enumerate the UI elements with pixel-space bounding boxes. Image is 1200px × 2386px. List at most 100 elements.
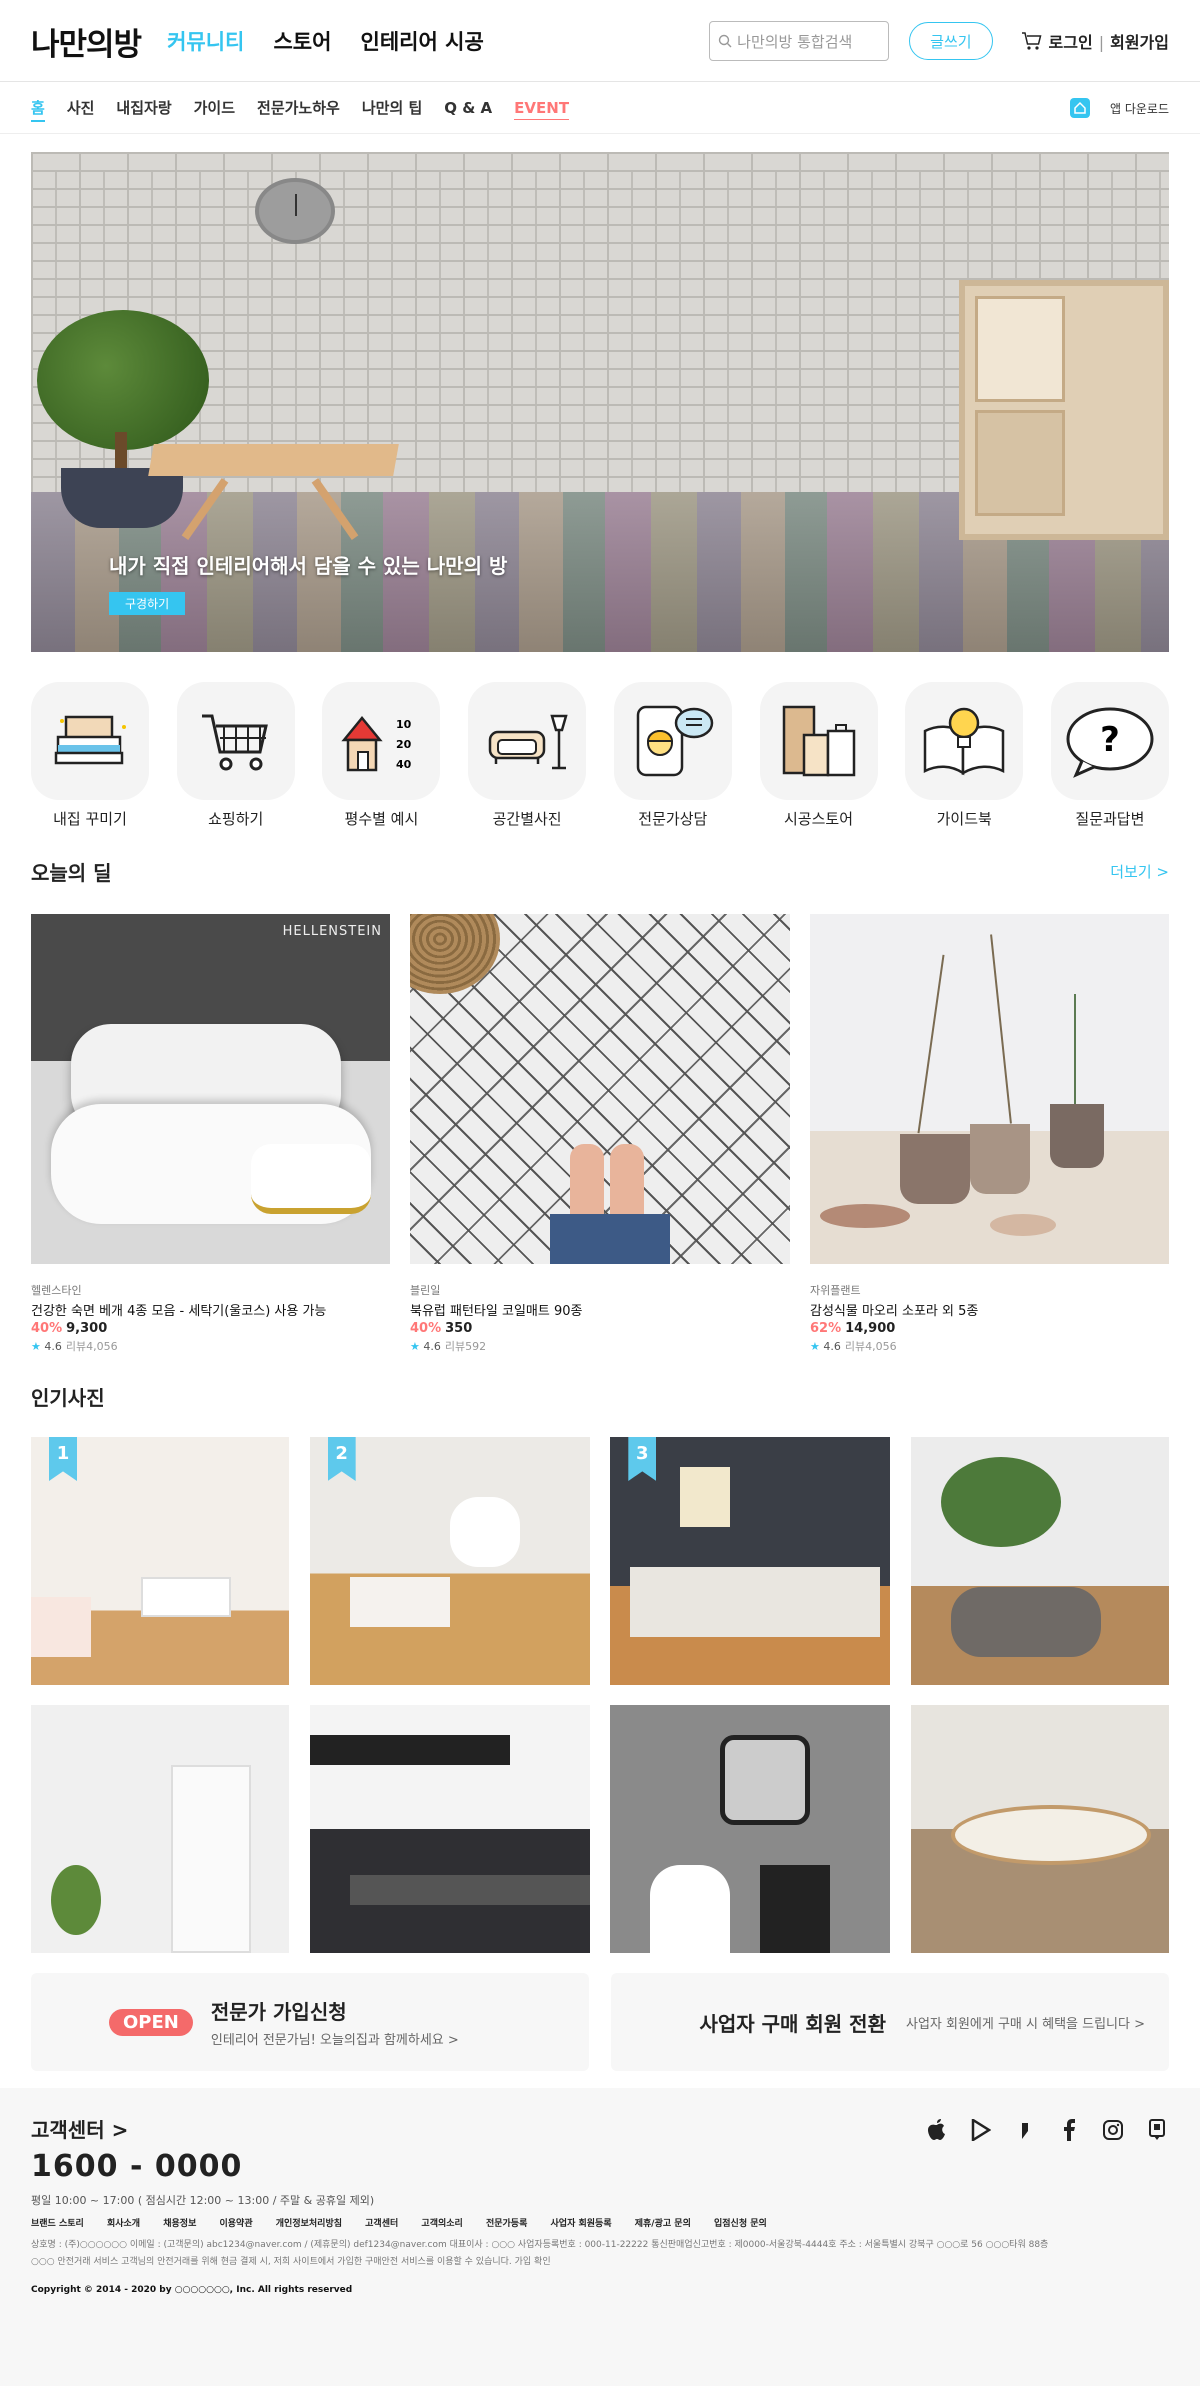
copyright: Copyright © 2014 - 2020 by ○○○○○○○, Inc.… [31, 2285, 353, 2296]
photo-card[interactable] [610, 1705, 891, 1953]
photo-card[interactable]: 2 [309, 1437, 590, 1685]
app-download-link[interactable]: 앱 다운로드 [1069, 98, 1169, 118]
footer-link[interactable]: 고객의소리 [421, 2219, 462, 2229]
expert-signup-banner[interactable]: OPEN 전문가 가입신청 인테리어 전문가님! 오늘의집과 함께하세요 > [31, 1973, 589, 2071]
customer-phone: 1600 - 0000 [31, 2149, 243, 2184]
cabinet-image [959, 280, 1169, 540]
subnav-home[interactable]: 홈 [31, 82, 45, 134]
deal-card[interactable]: 블린일 북유럽 패턴타일 코일매트 90종 40% 350 ★ 4.6 리뷰592 [410, 914, 790, 1354]
footer-link[interactable]: 입점신청 문의 [714, 2219, 767, 2229]
footer-links: 브랜드 스토리 회사소개 채용정보 이용약관 개인정보처리방침 고객센터 고객의… [31, 2216, 1169, 2229]
photo-card[interactable] [31, 1705, 289, 1953]
category-decor[interactable]: 내집 꾸미기 [31, 682, 149, 829]
size-10-label: 10 [396, 718, 412, 731]
blog-icon[interactable] [1013, 2118, 1037, 2142]
category-guidebook[interactable]: 가이드북 [905, 682, 1024, 829]
table-image [148, 444, 399, 476]
facebook-icon[interactable] [1057, 2118, 1081, 2142]
deal-card[interactable]: 자위플랜트 감성식물 마오리 소포라 외 5종 62% 14,900 ★ 4.6 리… [810, 914, 1169, 1354]
deals-title: 오늘의 딜 [31, 861, 112, 885]
footer: 고객센터 > 1600 - 0000 평일 10:00 ~ 17:00 ( 점심… [0, 2088, 1200, 2386]
subnav-event[interactable]: EVENT [514, 82, 569, 134]
login-link[interactable]: 로그인 [1049, 33, 1093, 52]
deal-price: 350 [445, 1321, 473, 1336]
footer-link[interactable]: 전문가등록 [486, 2219, 527, 2229]
search-input[interactable]: 나만의방 통합검색 [709, 21, 890, 61]
size-20-label: 20 [396, 738, 412, 751]
popular-title: 인기사진 [31, 1386, 105, 1410]
footer-link[interactable]: 브랜드 스토리 [31, 2219, 84, 2229]
expert-signup-subtitle: 인테리어 전문가님! 오늘의집과 함께하세요 > [210, 2033, 459, 2048]
category-size[interactable]: 10 20 40 평수별 예시 [322, 682, 441, 829]
deals-more-link[interactable]: 더보기 > [1110, 861, 1169, 882]
nav-interior[interactable]: 인테리어 시공 [361, 30, 484, 54]
category-label: 평수별 예시 [344, 810, 419, 828]
deal-price: 9,300 [66, 1321, 108, 1336]
business-member-banner[interactable]: 사업자 구매 회원 전환 사업자 회원에게 구매 시 혜택을 드립니다 > [611, 1973, 1169, 2071]
subnav-guide[interactable]: 가이드 [194, 82, 235, 134]
subnav-tips[interactable]: 나만의 팁 [362, 82, 422, 134]
category-construct[interactable]: 시공스토어 [759, 682, 878, 829]
nav-community[interactable]: 커뮤니티 [167, 30, 244, 54]
write-button[interactable]: 글쓰기 [909, 22, 993, 60]
rank-badge: 1 [49, 1437, 77, 1481]
subnav-qna[interactable]: Q & A [444, 82, 492, 134]
deal-brand: 블린일 [410, 1284, 441, 1297]
hero-banner[interactable]: 내가 직접 인테리어해서 담을 수 있는 나만의 방 구경하기 [31, 152, 1169, 652]
deals-header: 오늘의 딜 더보기 > [31, 857, 1169, 886]
popular-header: 인기사진 [31, 1382, 1169, 1411]
deal-brand: 헬렌스타인 [31, 1284, 82, 1297]
deal-name: 북유럽 패턴타일 코일매트 90종 [410, 1304, 583, 1319]
category-qna[interactable]: ? 질문과답변 [1050, 682, 1169, 829]
category-shopping[interactable]: 쇼핑하기 [176, 682, 295, 829]
deal-discount: 40% [31, 1321, 63, 1336]
footer-link[interactable]: 고객센터 [365, 2219, 398, 2229]
apple-icon[interactable] [925, 2118, 949, 2142]
consult-icon [636, 705, 714, 777]
subnav-myhome[interactable]: 내집자랑 [116, 82, 171, 134]
footer-link[interactable]: 사업자 회원등록 [551, 2219, 612, 2229]
deal-reviews: 리뷰592 [444, 1340, 487, 1353]
deal-name: 건강한 숙면 베개 4종 모음 - 세탁기(울코스) 사용 가능 [31, 1304, 327, 1319]
naver-post-icon[interactable] [1145, 2118, 1169, 2142]
signup-link[interactable]: 회원가입 [1110, 33, 1169, 52]
star-icon: ★ [410, 1340, 420, 1353]
main-nav: 커뮤니티 스토어 인테리어 시공 [167, 26, 508, 56]
instagram-icon[interactable] [1101, 2118, 1125, 2142]
guidebook-icon [923, 707, 1005, 776]
category-menu: 내집 꾸미기 쇼핑하기 10 20 40 평수별 예시 공간별사진 전문가상담 시공… [31, 682, 1169, 829]
cart-icon[interactable] [1021, 31, 1043, 51]
subnav-expert[interactable]: 전문가노하우 [257, 82, 340, 134]
hero-browse-button[interactable]: 구경하기 [109, 592, 186, 615]
subnav-photos[interactable]: 사진 [67, 82, 95, 134]
footer-link[interactable]: 회사소개 [107, 2219, 140, 2229]
photo-card[interactable]: 1 [31, 1437, 289, 1685]
size-40-label: 40 [396, 758, 412, 771]
footer-link[interactable]: 채용정보 [163, 2219, 196, 2229]
photo-card[interactable] [309, 1705, 590, 1953]
footer-link[interactable]: 제휴/광고 문의 [635, 2219, 691, 2229]
photo-card[interactable] [910, 1705, 1169, 1953]
deal-card[interactable]: HELLENSTEIN 헬렌스타인 건강한 숙면 베개 4종 모음 - 세탁기(… [31, 914, 390, 1354]
plant-pot [61, 468, 183, 528]
photo-card[interactable] [910, 1437, 1169, 1685]
nav-store[interactable]: 스토어 [273, 30, 331, 54]
category-consult[interactable]: 전문가상담 [613, 682, 732, 829]
category-label: 시공스토어 [784, 810, 854, 828]
deal-image-tile-mat [410, 914, 790, 1264]
footer-link[interactable]: 개인정보처리방침 [276, 2219, 342, 2229]
star-icon: ★ [810, 1340, 820, 1353]
photo-card[interactable]: 3 [610, 1437, 891, 1685]
google-play-icon[interactable] [969, 2118, 993, 2142]
site-logo[interactable]: 나만의방 [31, 19, 142, 64]
category-space[interactable]: 공간별사진 [468, 682, 587, 829]
deal-reviews: 리뷰4,056 [65, 1340, 118, 1353]
footer-link[interactable]: 이용약관 [220, 2219, 253, 2229]
plant-image [37, 310, 209, 450]
deal-price: 14,900 [845, 1321, 896, 1336]
banner-row: OPEN 전문가 가입신청 인테리어 전문가님! 오늘의집과 함께하세요 > 사… [31, 1973, 1169, 2071]
business-member-title: 사업자 구매 회원 전환 [699, 2011, 886, 2036]
app-download-label: 앱 다운로드 [1109, 101, 1169, 116]
door-icon [782, 705, 855, 777]
category-label: 질문과답변 [1075, 810, 1145, 828]
